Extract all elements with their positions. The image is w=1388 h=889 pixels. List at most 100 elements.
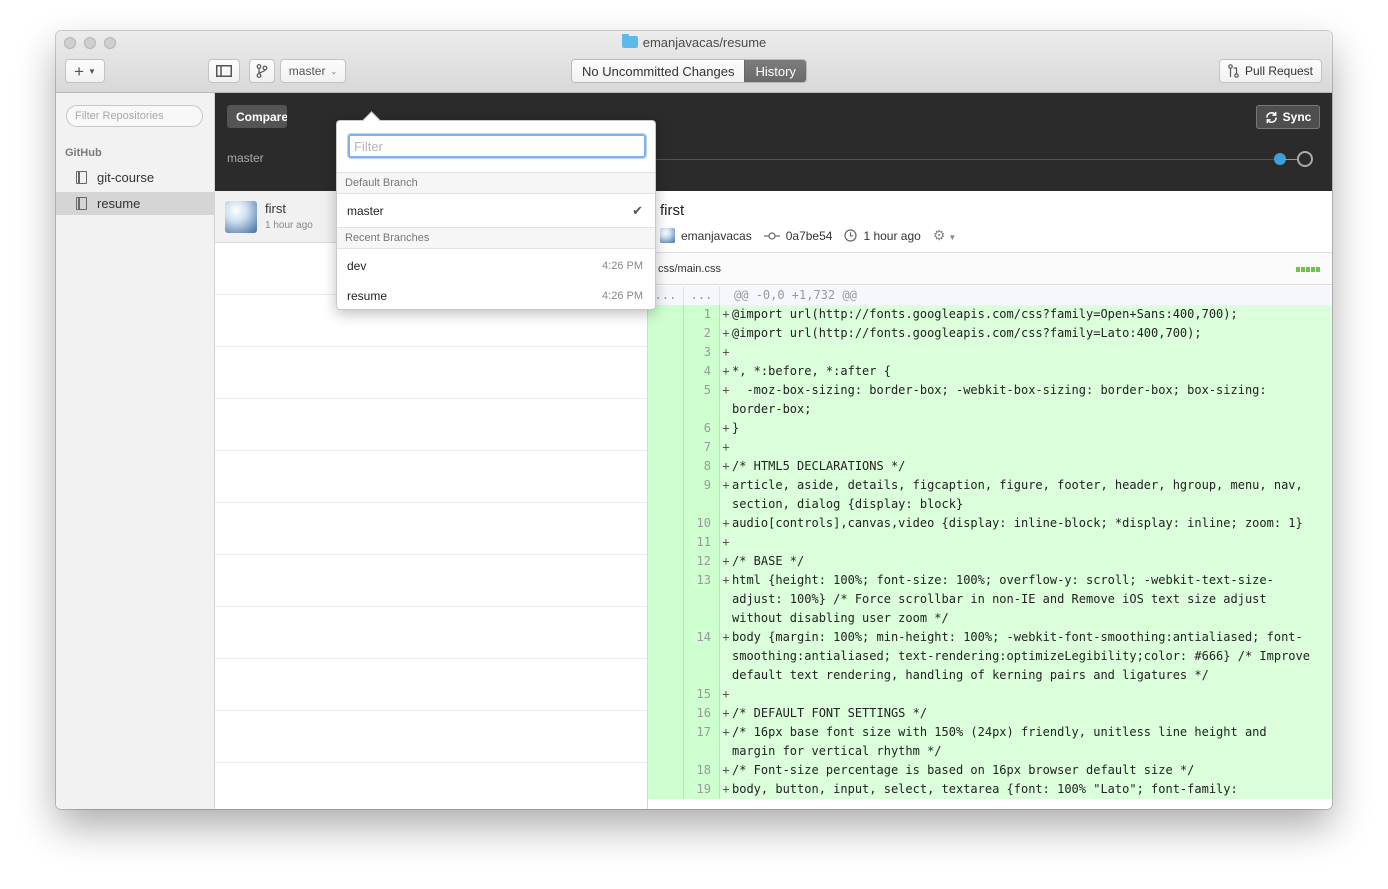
diff-view[interactable]: ... ... @@ -0,0 +1,732 @@ 1 + @import url(… (648, 286, 1332, 809)
list-divider (215, 658, 647, 659)
sidebar-item-resume[interactable]: resume (56, 192, 214, 215)
commit-time: 1 hour ago (265, 220, 313, 231)
addition-marker: + (722, 535, 730, 549)
compare-button[interactable]: Compare (227, 105, 287, 128)
sync-button[interactable]: Sync (1256, 105, 1320, 129)
folder-icon (621, 34, 638, 48)
branch-item-time: 4:26 PM (602, 260, 643, 272)
addition-marker: + (722, 383, 730, 397)
old-line-number (648, 628, 684, 685)
branch-item-dev[interactable]: dev 4:26 PM (337, 251, 655, 281)
branch-filter-input[interactable]: Filter (348, 134, 646, 158)
old-line-number (648, 780, 684, 799)
diff-line-code: -moz-box-sizing: border-box; -webkit-box… (732, 383, 1274, 416)
diff-line: 18 +/* Font-size percentage is based on 1… (648, 761, 1332, 780)
sidebar-icon (216, 65, 232, 77)
commit-time-detail: 1 hour ago (863, 228, 921, 243)
new-line-number: 1 (684, 305, 720, 324)
new-line-number: 8 (684, 457, 720, 476)
file-header[interactable]: css/main.css (648, 252, 1332, 285)
addition-marker: + (722, 630, 730, 644)
diff-line: 11 + (648, 533, 1332, 552)
commit-icon (763, 231, 780, 240)
diff-line: 3 + (648, 343, 1332, 362)
addition-marker: + (722, 364, 730, 378)
repo-icon (76, 171, 87, 184)
addition-marker: + (722, 440, 730, 454)
addition-marker: + (722, 687, 730, 701)
tab-history[interactable]: History (744, 60, 806, 82)
sidebar-item-label: resume (97, 196, 141, 211)
new-line-number: 18 (684, 761, 720, 780)
diff-line: 17 +/* 16px base font size with 150% (24p… (648, 723, 1332, 761)
diff-line-code: body, button, input, select, textarea {f… (732, 782, 1238, 796)
window-title: emanjavacas/resume (56, 34, 1332, 50)
diff-line: 13 + html {height: 100%; font-size: 100%; … (648, 571, 1332, 628)
diff-line: 15 + (648, 685, 1332, 704)
old-line-number (648, 571, 684, 628)
diff-line-code: /* BASE */ (732, 554, 805, 568)
tab-uncommitted-changes[interactable]: No Uncommitted Changes (572, 60, 745, 82)
old-line-number (648, 723, 684, 761)
branch-name-label: master (227, 151, 264, 165)
addition-marker: + (722, 459, 730, 473)
diff-line: 9 + article, aside, details, figcaption, f… (648, 476, 1332, 514)
diff-line-code: /* HTML5 DECLARATIONS */ (732, 459, 906, 473)
diff-line-code (732, 533, 1332, 552)
sidebar-item-git-course[interactable]: git-course (56, 166, 214, 189)
branch-selector-label: master (288, 64, 326, 78)
commit-sha[interactable]: 0a7be54 (786, 229, 833, 243)
diff-line-code: /* Font-size percentage is based on 16px… (732, 763, 1195, 777)
addition-marker: + (722, 478, 730, 492)
new-line-number: 3 (684, 343, 720, 362)
window-title-text: emanjavacas/resume (642, 35, 767, 50)
create-branch-button[interactable] (249, 59, 275, 83)
diff-line-code: @import url(http://fonts.googleapis.com/… (732, 307, 1238, 321)
pull-request-icon (1228, 64, 1239, 78)
new-line-number: 14 (684, 628, 720, 685)
list-divider (215, 554, 647, 555)
diff-line-code: /* 16px base font size with 150% (24px) … (732, 725, 1274, 758)
diff-line-code (732, 343, 1332, 362)
toggle-sidebar-button[interactable] (208, 59, 240, 83)
branch-item-label: resume (347, 289, 388, 303)
file-name: css/main.css (658, 263, 721, 275)
branch-item-master[interactable]: master ✔ (337, 196, 655, 226)
addition-marker: + (722, 725, 730, 739)
addition-marker: + (722, 345, 730, 359)
pull-request-button[interactable]: Pull Request (1219, 59, 1322, 83)
new-line-number: 13 (684, 571, 720, 628)
commit-title: first (265, 201, 286, 216)
commit-detail-title: first (660, 202, 685, 219)
addition-marker: + (722, 554, 730, 568)
filter-repositories-input[interactable]: Filter Repositories (66, 105, 203, 127)
diff-line-code: html {height: 100%; font-size: 100%; ove… (732, 573, 1274, 625)
diff-line: 14 + body {margin: 100%; min-height: 100%;… (648, 628, 1332, 685)
commit-author[interactable]: emanjavacas (681, 229, 752, 243)
old-line-number (648, 514, 684, 533)
repository-sidebar: Filter Repositories GitHub git-course re… (56, 93, 215, 809)
add-button[interactable]: + ▼ (65, 59, 105, 83)
hunk-expand-right[interactable]: ... (684, 286, 720, 305)
diff-line-code: /* DEFAULT FONT SETTINGS */ (732, 706, 928, 720)
view-switcher: No Uncommitted Changes History (571, 59, 807, 83)
diff-line-code: body {margin: 100%; min-height: 100%; -w… (732, 630, 1318, 682)
repo-icon (76, 197, 87, 210)
default-branch-section: Default Branch (337, 172, 655, 194)
sync-label: Sync (1282, 110, 1312, 124)
diff-line-code: *, *:before, *:after { (732, 364, 891, 378)
gear-icon[interactable]: ⚙ ▼ (933, 227, 956, 244)
new-line-number: 11 (684, 533, 720, 552)
branch-selector[interactable]: master ⌄ (280, 59, 346, 83)
new-line-number: 2 (684, 324, 720, 343)
uncommitted-ring[interactable] (1297, 151, 1313, 167)
diff-line: 2 + @import url(http://fonts.googleapis.co… (648, 324, 1332, 343)
branch-item-resume[interactable]: resume 4:26 PM (337, 281, 655, 311)
addition-marker: + (722, 782, 730, 796)
branch-item-label: dev (347, 259, 367, 273)
old-line-number (648, 476, 684, 514)
branch-timeline (595, 159, 1278, 160)
diff-line-code: audio[controls],canvas,video {display: i… (732, 516, 1303, 530)
plus-icon: + (74, 61, 84, 81)
pull-request-label: Pull Request (1244, 64, 1314, 78)
